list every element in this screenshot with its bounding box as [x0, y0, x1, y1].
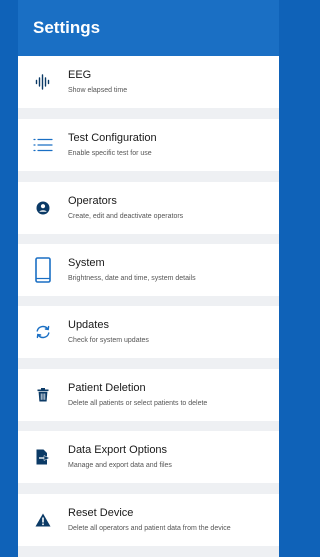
- settings-item-description: Show elapsed time: [68, 87, 128, 94]
- settings-item-system[interactable]: System Brightness, date and time, system…: [18, 244, 279, 296]
- waveform-icon: [18, 74, 68, 90]
- person-icon: [18, 201, 68, 215]
- settings-item-description: Enable specific test for use: [68, 150, 152, 157]
- trash-icon: [18, 388, 68, 402]
- settings-item-updates[interactable]: Updates Check for system updates: [18, 306, 279, 358]
- settings-item-operators[interactable]: Operators Create, edit and deactivate op…: [18, 182, 279, 234]
- settings-panel: Settings EEG Show elapsed time Test Conf…: [18, 0, 279, 557]
- settings-item-label: System: [68, 257, 105, 269]
- settings-item-eeg[interactable]: EEG Show elapsed time: [18, 56, 279, 108]
- settings-item-label: Updates: [68, 319, 109, 331]
- tablet-icon: [18, 257, 68, 283]
- settings-item-data-export-options[interactable]: Data Export Options Manage and export da…: [18, 431, 279, 483]
- export-icon: [18, 449, 68, 465]
- settings-item-label: Reset Device: [68, 507, 134, 519]
- settings-item-label: EEG: [68, 69, 92, 81]
- page-title: Settings: [33, 18, 101, 37]
- settings-item-description: Brightness, date and time, system detail…: [68, 275, 196, 282]
- warning-icon: [18, 513, 68, 527]
- settings-item-patient-deletion[interactable]: Patient Deletion Delete all patients or …: [18, 369, 279, 421]
- settings-item-description: Delete all patients or select patients t…: [68, 400, 208, 407]
- settings-item-test-configuration[interactable]: Test Configuration Enable specific test …: [18, 119, 279, 171]
- settings-item-description: Create, edit and deactivate operators: [68, 213, 184, 220]
- list-icon: [18, 138, 68, 152]
- settings-item-description: Manage and export data and files: [68, 462, 172, 469]
- settings-item-reset-device[interactable]: Reset Device Delete all operators and pa…: [18, 494, 279, 546]
- header-bar: Settings: [18, 0, 279, 56]
- settings-item-description: Delete all operators and patient data fr…: [68, 525, 231, 532]
- settings-item-label: Operators: [68, 195, 117, 207]
- sync-icon: [18, 325, 68, 339]
- settings-item-label: Data Export Options: [68, 444, 168, 456]
- settings-item-label: Test Configuration: [68, 132, 157, 144]
- settings-item-label: Patient Deletion: [68, 382, 146, 394]
- settings-item-description: Check for system updates: [68, 337, 149, 344]
